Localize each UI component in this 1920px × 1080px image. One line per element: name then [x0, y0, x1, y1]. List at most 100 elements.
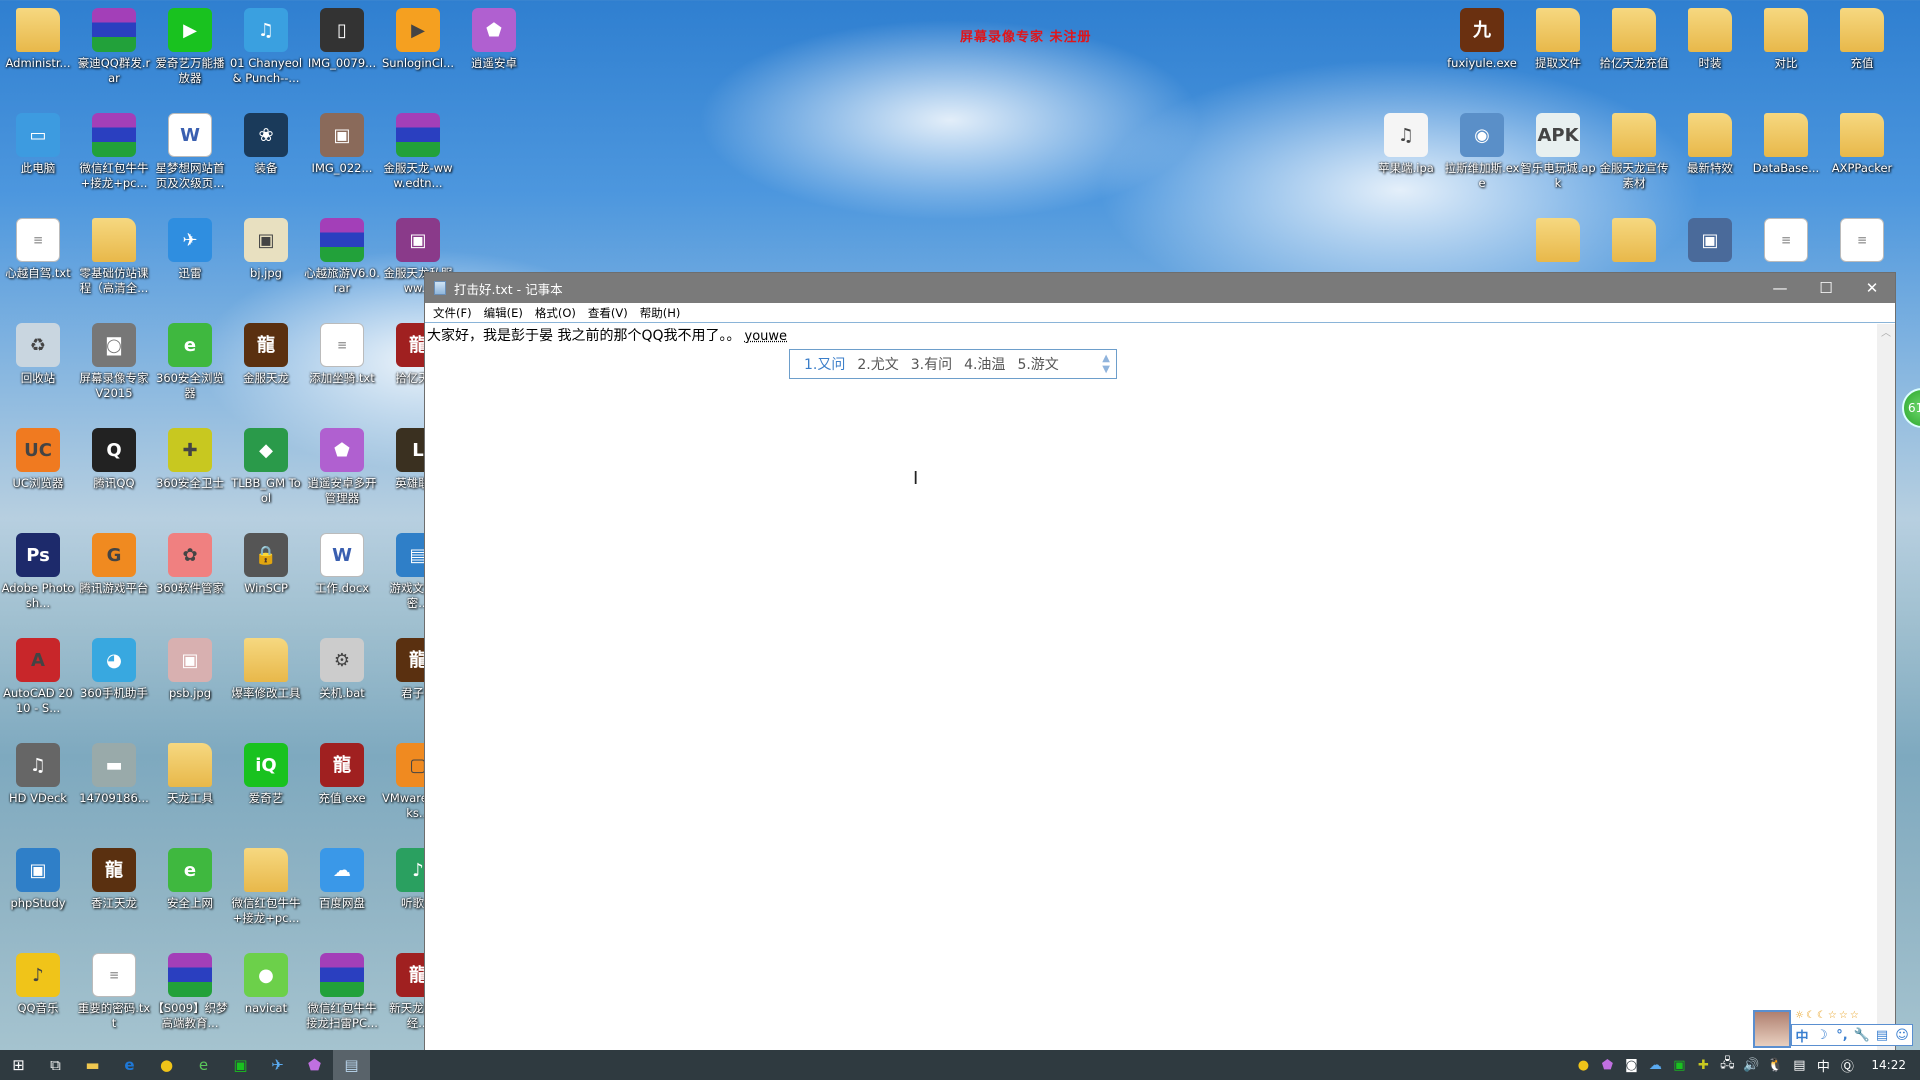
desktop-icon[interactable]: 心越旅游V6.0.rar — [304, 214, 380, 296]
xunlei-icon[interactable]: ✈ — [259, 1050, 296, 1080]
desktop-icon[interactable]: 天龙工具 — [152, 739, 228, 806]
desktop-icon[interactable]: G 腾讯游戏平台 — [76, 529, 152, 596]
edge-icon[interactable]: e — [111, 1050, 148, 1080]
desktop-icon[interactable]: 🔒 WinSCP — [228, 529, 304, 596]
clock[interactable]: 14:22 — [1871, 1058, 1906, 1072]
desktop-icon[interactable]: Q 腾讯QQ — [76, 424, 152, 491]
task-view-icon[interactable]: ⧉ — [37, 1050, 74, 1080]
desktop-icon[interactable]: 微信红包牛牛+接龙+pc... — [76, 109, 152, 191]
ime-mode-button[interactable]: 中 — [1792, 1026, 1812, 1045]
candidate-page-arrows-icon[interactable]: ▲ ▼ — [1102, 353, 1110, 375]
qq-music-tray-icon[interactable]: ● — [1571, 1058, 1595, 1073]
minimize-button[interactable]: — — [1757, 273, 1803, 303]
desktop-icon[interactable]: 拾亿天龙充值 — [1596, 4, 1672, 71]
desktop-icon[interactable]: APK 智乐电玩城.apk — [1520, 109, 1596, 191]
text-editor[interactable]: 大家好，我是彭于晏 我之前的那个QQ我不用了。。 youwe — [425, 324, 1877, 1050]
desktop-icon[interactable]: ▬ 14709186... — [76, 739, 152, 806]
candidate-2[interactable]: 2.尤文 — [857, 354, 898, 374]
menu-help[interactable]: 帮助(H) — [640, 305, 681, 321]
smiley-icon[interactable]: ☺ — [1892, 1028, 1912, 1043]
menu-file[interactable]: 文件(F) — [433, 305, 472, 321]
scroll-up-icon[interactable]: ︿ — [1881, 328, 1891, 339]
iqiyi-tray-icon[interactable]: ▣ — [1667, 1058, 1691, 1073]
desktop-icon[interactable]: 金服天龙宣传素材 — [1596, 109, 1672, 191]
candidate-3[interactable]: 3.有问 — [911, 354, 952, 374]
punctuation-icon[interactable]: °, — [1832, 1028, 1852, 1043]
desktop-icon[interactable]: ▯ IMG_0079... — [304, 4, 380, 71]
desktop-icon[interactable]: Ps Adobe Photosh... — [0, 529, 76, 611]
desktop-icon[interactable]: ▶ 爱奇艺万能播放器 — [152, 4, 228, 86]
desktop-icon[interactable]: ▶ SunloginCl... — [380, 4, 456, 71]
desktop-icon[interactable] — [1520, 214, 1596, 266]
file-explorer-icon[interactable]: ▬ — [74, 1050, 111, 1080]
network-icon[interactable]: 🖧 — [1715, 1054, 1739, 1076]
desktop-icon[interactable]: 龍金服天龙 — [228, 319, 304, 386]
desktop-icon[interactable]: ✈ 迅雷 — [152, 214, 228, 281]
title-bar[interactable]: 打击好.txt - 记事本 — ☐ ✕ — [425, 273, 1895, 303]
recorder-tray-icon[interactable]: ◙ — [1619, 1058, 1643, 1073]
candidate-5[interactable]: 5.游文 — [1017, 354, 1058, 374]
menu-view[interactable]: 查看(V) — [588, 305, 628, 321]
candidate-4[interactable]: 4.油温 — [964, 354, 1005, 374]
desktop-icon[interactable]: ◕ 360手机助手 — [76, 634, 152, 701]
xiaoyao-icon[interactable]: ⬟ — [296, 1050, 333, 1080]
candidate-1[interactable]: 1.又问 — [804, 354, 845, 374]
menu-edit[interactable]: 编辑(E) — [484, 305, 523, 321]
xiaoyao-tray-icon[interactable]: ⬟ — [1595, 1058, 1619, 1073]
q-app-tray-icon[interactable]: Ⓠ — [1835, 1056, 1859, 1075]
input-language[interactable]: 中 — [1811, 1056, 1835, 1075]
desktop-icon[interactable]: ▣ bj.jpg — [228, 214, 304, 281]
desktop-icon[interactable]: 微信红包牛牛+接龙+pc... — [228, 844, 304, 926]
qq-tray-icon[interactable]: 🐧 — [1763, 1058, 1787, 1073]
desktop-icon[interactable]: Administr... — [0, 4, 76, 71]
start-windows-icon[interactable]: ⊞ — [0, 1050, 37, 1080]
menu-format[interactable]: 格式(O) — [535, 305, 576, 321]
desktop-icon[interactable]: 爆率修改工具 — [228, 634, 304, 701]
desktop-icon[interactable]: ◉ 拉斯维加斯.exe — [1444, 109, 1520, 191]
skin-icon[interactable]: ▤ — [1872, 1028, 1892, 1043]
maximize-button[interactable]: ☐ — [1803, 273, 1849, 303]
desktop-icon[interactable] — [1596, 214, 1672, 266]
desktop-icon[interactable]: 龍充值.exe — [304, 739, 380, 806]
desktop-icon[interactable]: ⚙ 关机.bat — [304, 634, 380, 701]
desktop-icon[interactable]: ≡ — [1824, 214, 1900, 266]
desktop-icon[interactable]: 零基础仿站课程（高清全... — [76, 214, 152, 296]
iqiyi-icon[interactable]: ▣ — [222, 1050, 259, 1080]
360-browser-icon[interactable]: e — [185, 1050, 222, 1080]
baidu-netdisk-tray-icon[interactable]: ☁ — [1643, 1058, 1667, 1073]
desktop-icon[interactable]: 提取文件 — [1520, 4, 1596, 71]
desktop-icon[interactable]: A AutoCAD 2010 - S... — [0, 634, 76, 716]
desktop-icon[interactable]: UC UC浏览器 — [0, 424, 76, 491]
desktop-icon[interactable]: ✿ 360软件管家 — [152, 529, 228, 596]
desktop-icon[interactable]: ◙ 屏幕录像专家V2015 — [76, 319, 152, 401]
desktop-icon[interactable]: ⬟ 逍遥安卓 — [456, 4, 532, 71]
desktop-icon[interactable]: ⬟ 逍遥安卓多开管理器 — [304, 424, 380, 506]
wrench-icon[interactable]: 🔧 — [1852, 1028, 1872, 1043]
desktop-icon[interactable]: ❀ 装备 — [228, 109, 304, 176]
desktop-icon[interactable]: ● navicat — [228, 949, 304, 1016]
moon-icon[interactable]: ☽ — [1812, 1028, 1832, 1043]
desktop-icon[interactable]: ≡ 添加坐骑.txt — [304, 319, 380, 386]
ime-avatar[interactable] — [1753, 1010, 1791, 1048]
desktop-icon[interactable]: 九 fuxiyule.exe — [1444, 4, 1520, 71]
desktop-icon[interactable]: 充值 — [1824, 4, 1900, 71]
desktop-icon[interactable]: 龍香江天龙 — [76, 844, 152, 911]
desktop-icon[interactable]: ▣ phpStudy — [0, 844, 76, 911]
desktop-icon[interactable]: 金服天龙-www.edtn... — [380, 109, 456, 191]
desktop-icon[interactable]: 【S009】织梦高端教育... — [152, 949, 228, 1031]
desktop-icon[interactable]: iQ 爱奇艺 — [228, 739, 304, 806]
360-guard-tray-icon[interactable]: ✚ — [1691, 1058, 1715, 1073]
desktop-icon[interactable]: ≡ 重要的密码.txt — [76, 949, 152, 1031]
desktop-icon[interactable]: AXPPacker — [1824, 109, 1900, 176]
desktop-icon[interactable]: ≡ 心越自驾.txt — [0, 214, 76, 281]
notepad-taskbar-icon[interactable]: ▤ — [333, 1050, 370, 1080]
desktop-icon[interactable]: 对比 — [1748, 4, 1824, 71]
desktop-icon[interactable]: 豪迪QQ群发.rar — [76, 4, 152, 86]
desktop-icon[interactable]: e 安全上网 — [152, 844, 228, 911]
desktop-icon[interactable]: W 工作.docx — [304, 529, 380, 596]
desktop-icon[interactable]: 时装 — [1672, 4, 1748, 71]
desktop-icon[interactable]: ▣ IMG_022... — [304, 109, 380, 176]
desktop-icon[interactable]: ☁ 百度网盘 — [304, 844, 380, 911]
desktop-icon[interactable]: ♫ 苹果端.ipa — [1368, 109, 1444, 176]
notification-icon[interactable]: ▤ — [1787, 1058, 1811, 1073]
